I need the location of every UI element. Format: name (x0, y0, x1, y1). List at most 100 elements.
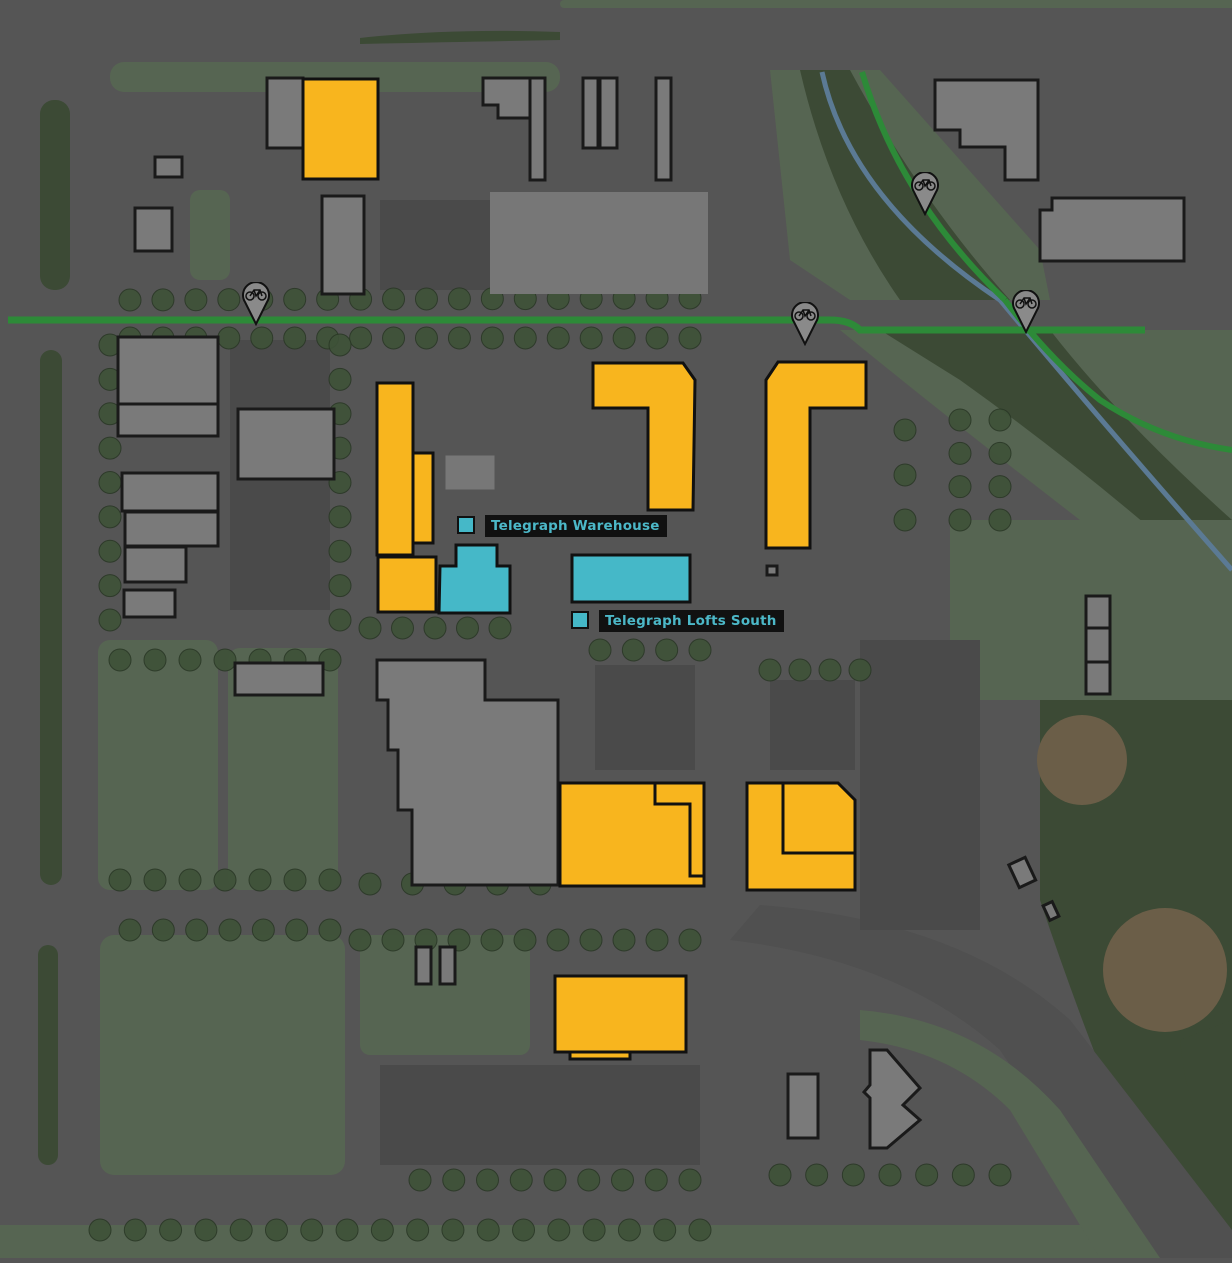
tree (98, 574, 122, 598)
tree (948, 475, 972, 499)
tree (948, 508, 972, 532)
tree (218, 918, 242, 942)
tree (480, 928, 504, 952)
site-plan-map[interactable]: Telegraph Warehouse Telegraph Lofts Sout… (0, 0, 1232, 1258)
tree (335, 1218, 359, 1242)
telegraph-warehouse-label[interactable]: Telegraph Warehouse (485, 515, 667, 537)
tree (159, 1218, 183, 1242)
tree (108, 868, 132, 892)
tree (588, 638, 612, 662)
tree (178, 648, 202, 672)
tree (217, 288, 241, 312)
tree (577, 1168, 601, 1192)
tree (893, 463, 917, 487)
tree (194, 1218, 218, 1242)
tree (951, 1163, 975, 1187)
tree (543, 1168, 567, 1192)
tree (476, 1168, 499, 1192)
bicycle-icon (242, 281, 270, 327)
bicycle-icon (911, 171, 939, 217)
tree (988, 441, 1012, 465)
tree (185, 918, 209, 942)
telegraph-lofts-south-label[interactable]: Telegraph Lofts South (599, 610, 784, 632)
telegraph-lofts-south-building (570, 553, 692, 604)
proposed-building-south-central (558, 781, 706, 888)
tree (423, 616, 447, 640)
tree (447, 287, 471, 311)
tree (382, 326, 406, 350)
bike-marker-east[interactable] (1011, 289, 1041, 335)
tree (178, 868, 202, 892)
tree (447, 326, 471, 350)
tree (151, 288, 175, 312)
tree (512, 1218, 536, 1242)
tree (582, 1218, 606, 1242)
tree (406, 1218, 430, 1242)
bicycle-icon (1012, 289, 1040, 335)
tree (143, 868, 167, 892)
tree (328, 505, 352, 529)
bike-marker-west[interactable] (241, 281, 271, 327)
tree (456, 616, 479, 640)
tree (988, 1163, 1012, 1187)
tree (98, 471, 122, 494)
tree (653, 1218, 677, 1242)
tree (848, 658, 872, 682)
tree (655, 638, 679, 662)
tree (476, 1218, 500, 1242)
tree (893, 508, 917, 532)
tree (358, 616, 382, 640)
tree (621, 638, 645, 662)
tree (546, 326, 570, 350)
tree (414, 287, 438, 311)
tree (988, 508, 1012, 532)
tree (248, 868, 272, 892)
tree (381, 928, 405, 952)
tree (318, 918, 342, 942)
telegraph-lofts-south-swatch (571, 611, 589, 629)
tree (547, 1218, 571, 1242)
proposed-building-south (553, 974, 688, 1054)
tree (611, 1168, 634, 1192)
tree (251, 918, 275, 942)
tree (98, 539, 122, 563)
tree (988, 475, 1012, 499)
tree (88, 1218, 112, 1242)
tree (283, 868, 307, 892)
tree (143, 648, 167, 672)
bicycle-icon (791, 301, 819, 347)
tree (509, 1168, 533, 1192)
tree (878, 1163, 902, 1187)
tree (328, 333, 352, 357)
tree (546, 928, 570, 952)
tree (442, 1168, 466, 1192)
tree (358, 872, 382, 896)
tree (123, 1218, 147, 1242)
tree (250, 326, 274, 350)
proposed-building-south-east (745, 781, 857, 892)
tree (678, 1168, 702, 1192)
tree (108, 648, 132, 672)
tree (283, 287, 307, 311)
tree (318, 868, 342, 892)
tree (328, 608, 352, 632)
tree (788, 658, 812, 682)
tree (678, 928, 702, 952)
tree (229, 1218, 253, 1242)
tree (645, 928, 669, 952)
tree (408, 1168, 432, 1192)
tree (841, 1163, 865, 1187)
tree (893, 418, 917, 442)
tree (328, 539, 352, 563)
bike-marker-central[interactable] (790, 301, 820, 347)
tree (915, 1163, 939, 1187)
tree (441, 1218, 465, 1242)
tree (617, 1218, 641, 1242)
tree (348, 928, 372, 952)
bike-marker-north-trail[interactable] (910, 171, 940, 217)
tree (948, 408, 972, 432)
tree (328, 367, 352, 391)
tree (768, 1163, 792, 1187)
tree (513, 928, 537, 952)
tree (217, 326, 241, 350)
